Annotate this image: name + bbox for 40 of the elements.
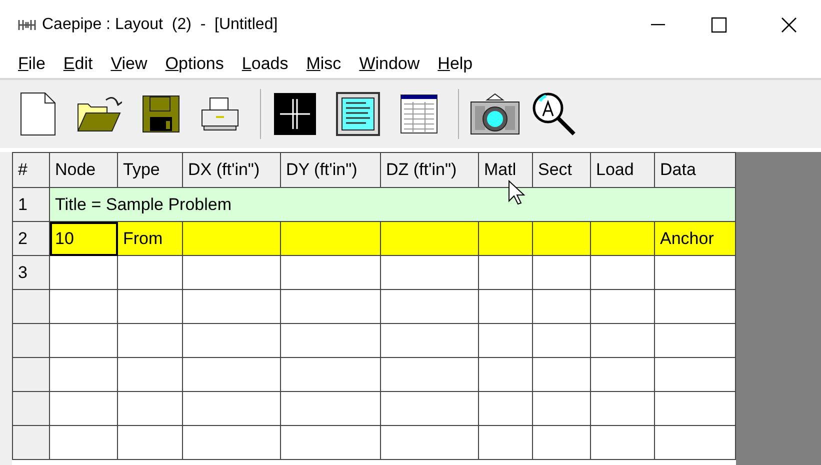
menu-item[interactable]: Window	[351, 51, 428, 77]
menu-item[interactable]: Help	[430, 51, 481, 77]
title-row: Title = Sample Problem	[50, 188, 736, 222]
save-icon[interactable]	[142, 95, 180, 133]
table-cell: Anchor	[654, 222, 736, 256]
grid-view-icon[interactable]	[274, 93, 316, 135]
maximize-icon	[711, 17, 727, 33]
menu-item[interactable]: File	[10, 51, 54, 77]
column-header: DY (ft'in")	[280, 152, 380, 188]
mouse-cursor-icon	[508, 180, 526, 206]
text-list-icon[interactable]	[336, 92, 380, 136]
open-folder-icon[interactable]	[76, 94, 122, 134]
new-file-icon[interactable]	[20, 92, 56, 136]
column-header: Type	[118, 152, 182, 188]
menu-item[interactable]: Misc	[298, 51, 350, 77]
camera-icon[interactable]	[469, 92, 521, 136]
app-icon	[18, 19, 36, 31]
row-number: 3	[12, 256, 50, 290]
menu-item[interactable]: Options	[157, 51, 232, 77]
column-header: Node	[50, 152, 118, 188]
close-icon	[781, 17, 797, 33]
search-icon[interactable]	[531, 91, 577, 137]
table-cell: From	[118, 222, 182, 256]
column-header: Data	[654, 152, 736, 188]
menu-item[interactable]: View	[102, 51, 156, 77]
column-header: Sect	[532, 152, 590, 188]
table-cell: 10	[50, 222, 118, 256]
column-header: DX (ft'in")	[182, 152, 280, 188]
table-icon[interactable]	[400, 94, 438, 134]
column-header: Matl	[478, 152, 532, 188]
row-number: 1	[12, 188, 50, 222]
menu-item[interactable]: Loads	[234, 51, 296, 77]
window-title: Caepipe : Layout (2) - [Untitled]	[42, 15, 278, 35]
printer-icon[interactable]	[200, 96, 240, 132]
column-header: Load	[590, 152, 654, 188]
menu-item[interactable]: Edit	[55, 51, 101, 77]
column-header: #	[12, 152, 50, 188]
minimize-icon	[651, 24, 665, 26]
row-number: 2	[12, 222, 50, 256]
column-header: DZ (ft'in")	[380, 152, 478, 188]
